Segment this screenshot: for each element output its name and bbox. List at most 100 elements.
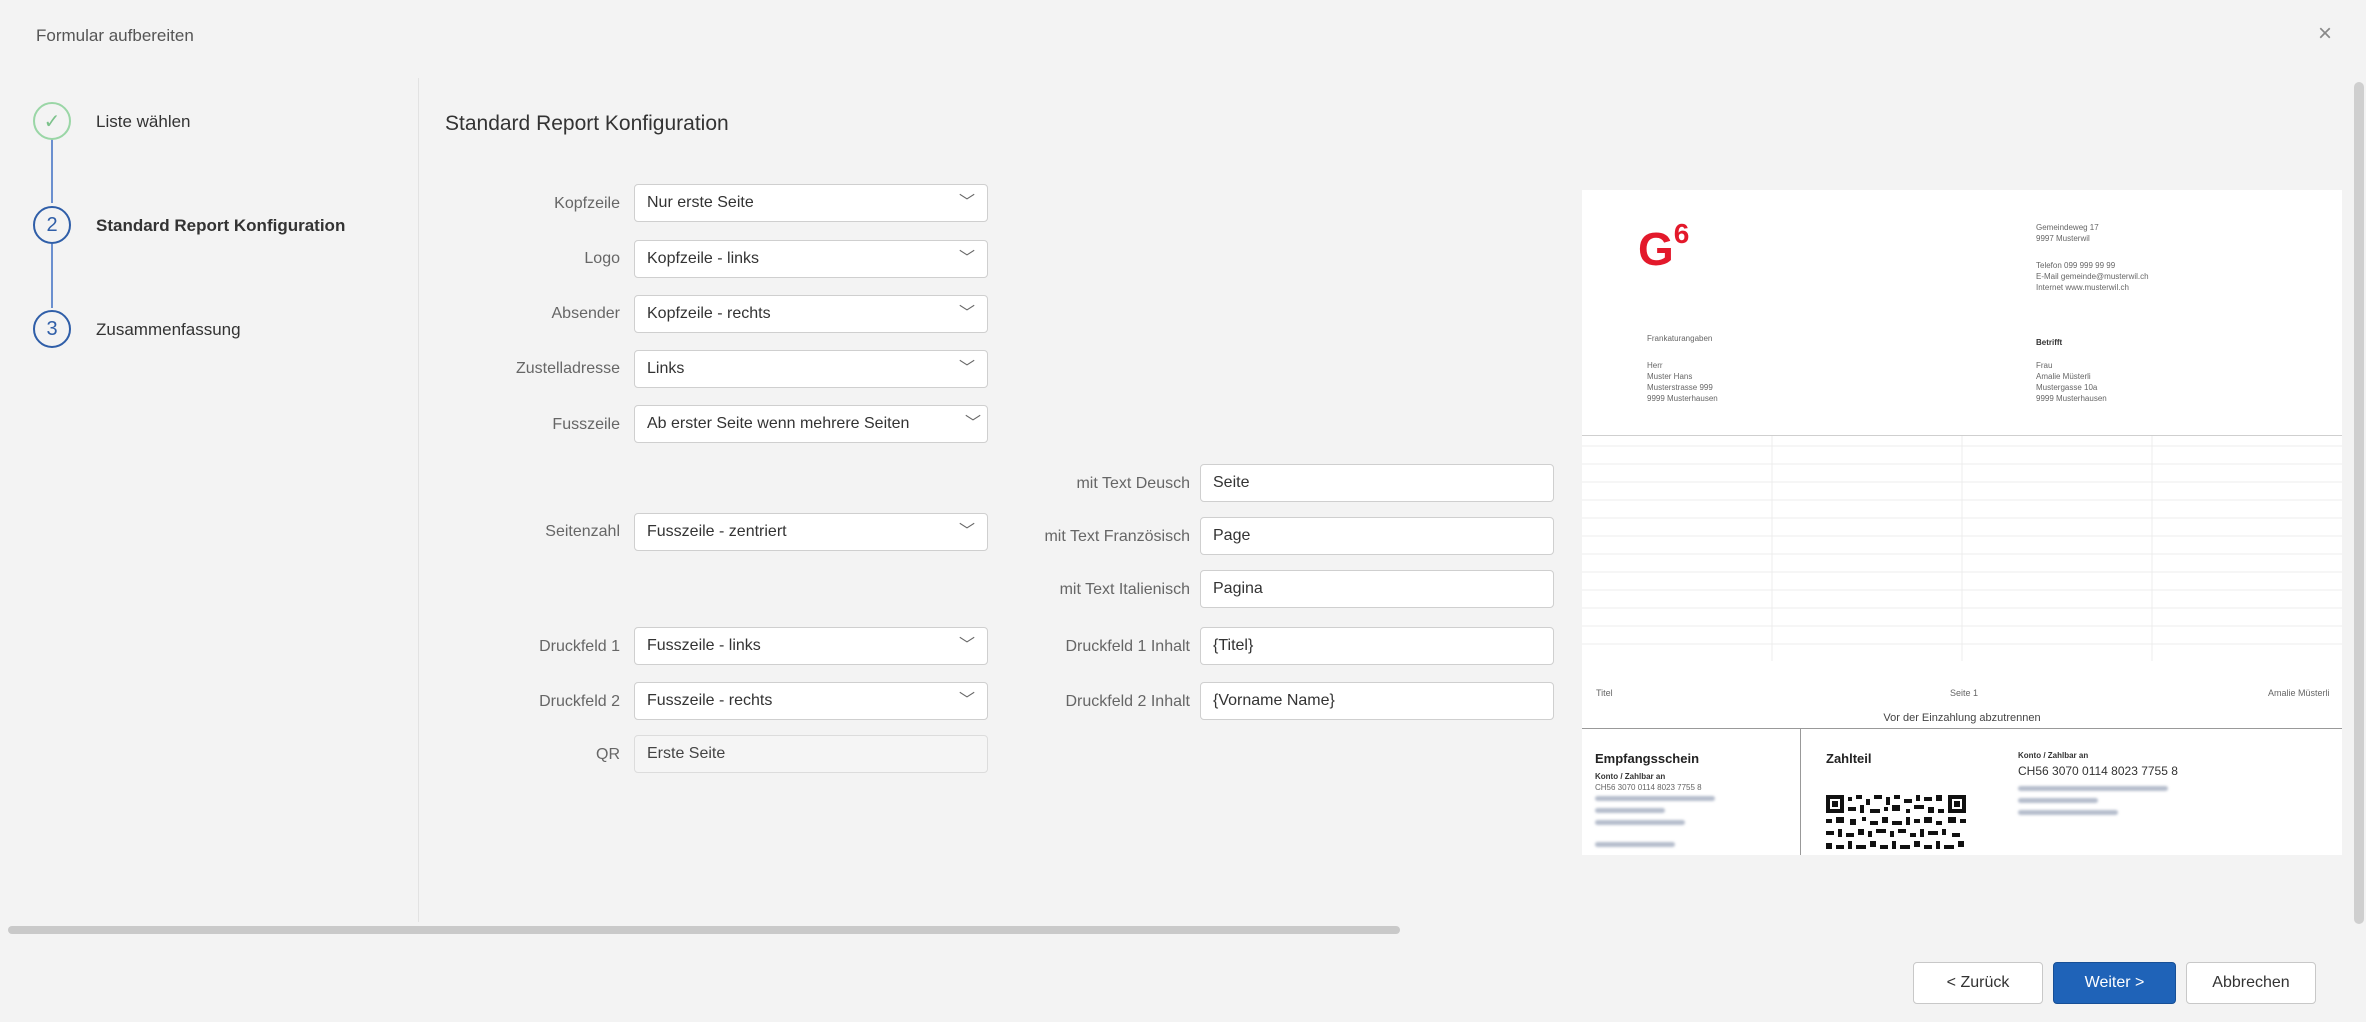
sender-line: Gemeindeweg 17 [2036,223,2099,232]
chevron-down-icon: ﹀ [958,637,975,654]
absender-value: Kopfzeile - rechts [647,305,771,322]
fusszeile-value: Ab erster Seite wenn mehrere Seiten [647,415,910,432]
vertical-scrollbar[interactable] [2354,82,2364,924]
step-3-label[interactable]: Zusammenfassung [96,320,241,340]
cut-line [1582,728,2342,729]
left-address-line: Herr [1647,361,1663,370]
preview-table-grid [1582,436,2342,661]
step-3-number[interactable]: 3 [33,310,71,348]
qr-label: QR [596,746,620,763]
chevron-down-icon: ﹀ [958,692,975,709]
receipt-iban: CH56 3070 0114 8023 7755 8 [1595,783,1702,792]
page-title: Standard Report Konfiguration [445,112,729,135]
receipt-konto-label: Konto / Zahlbar an [1595,772,1666,781]
druckfeld1-inhalt-label: Druckfeld 1 Inhalt [1065,638,1190,655]
druckfeld1-inhalt-input[interactable] [1200,627,1554,665]
druckfeld1-value: Fusszeile - links [647,637,761,654]
payment-konto-label: Konto / Zahlbar an [2018,751,2089,760]
blurred-text [1595,820,1685,825]
preview-logo: G6 [1638,218,1689,276]
blurred-text [1595,796,1715,801]
fusszeile-select[interactable]: Ab erster Seite wenn mehrere Seiten ﹀ [634,405,988,443]
absender-label: Absender [551,305,621,322]
stepper-sidebar [0,78,419,922]
seitenzahl-value: Fusszeile - zentriert [647,523,787,540]
left-address-line: Musterstrasse 999 [1647,383,1713,392]
druckfeld1-label: Druckfeld 1 [539,638,620,655]
text-it-input[interactable] [1200,570,1554,608]
left-address-line: Muster Hans [1647,372,1693,381]
absender-select[interactable]: Kopfzeile - rechts ﹀ [634,295,988,333]
payment-title: Zahlteil [1826,751,1872,766]
receipt-separator [1800,729,1801,855]
text-de-label: mit Text Deusch [1076,475,1190,492]
chevron-down-icon: ﹀ [958,250,975,267]
step-connector [51,244,53,308]
payment-iban: CH56 3070 0114 8023 7755 8 [2018,764,2178,778]
blurred-text [2018,798,2098,803]
right-address-line: Amalie Müsterli [2036,372,2091,381]
left-address-line: 9999 Musterhausen [1647,394,1718,403]
next-button[interactable]: Weiter > [2053,962,2176,1004]
logo-value: Kopfzeile - links [647,250,760,267]
right-block-title: Betrifft [2036,338,2063,347]
text-fr-label: mit Text Französisch [1044,528,1190,545]
druckfeld2-label: Druckfeld 2 [539,693,620,710]
contact-line: E-Mail gemeinde@musterwil.ch [2036,272,2149,281]
blurred-text [1595,842,1675,847]
sender-line: 9997 Musterwil [2036,234,2090,243]
text-de-input[interactable] [1200,464,1554,502]
right-address-line: Frau [2036,361,2053,370]
text-it-label: mit Text Italienisch [1059,581,1190,598]
receipt-title: Empfangsschein [1595,751,1700,766]
zustelladresse-value: Links [647,360,685,377]
step-2-label[interactable]: Standard Report Konfiguration [96,216,345,236]
logo-select[interactable]: Kopfzeile - links ﹀ [634,240,988,278]
chevron-down-icon: ﹀ [958,194,975,211]
chevron-down-icon: ﹀ [958,360,975,377]
cut-line-text: Vor der Einzahlung abzutrennen [1883,712,2041,724]
zustelladresse-label: Zustelladresse [515,360,620,377]
right-address-line: Mustergasse 10a [2036,383,2098,392]
back-button[interactable]: < Zurück [1913,962,2043,1004]
qr-code-icon [1826,795,1966,855]
qr-readonly-field: Erste Seite [634,735,988,773]
blurred-text [2018,786,2168,791]
contact-line: Telefon 099 999 99 99 [2036,261,2116,270]
close-icon[interactable]: × [2318,22,2332,46]
contact-line: Internet www.musterwil.ch [2036,283,2129,292]
chevron-down-icon: ﹀ [958,305,975,322]
druckfeld2-select[interactable]: Fusszeile - rechts ﹀ [634,682,988,720]
window-title: Formular aufbereiten [36,26,194,45]
logo-label: Logo [584,250,620,267]
step-2-number[interactable]: 2 [33,206,71,244]
seitenzahl-label: Seitenzahl [545,523,620,540]
step-connector [51,139,53,203]
logo-letter: G [1638,223,1674,275]
druckfeld2-value: Fusszeile - rechts [647,692,773,709]
preview-footer-right: Amalie Müsterli [2268,688,2330,698]
kopfzeile-select[interactable]: Nur erste Seite ﹀ [634,184,988,222]
blurred-text [2018,810,2118,815]
step-1-check-icon[interactable]: ✓ [33,102,71,140]
fusszeile-label: Fusszeile [552,416,620,433]
cancel-button[interactable]: Abbrechen [2186,962,2316,1004]
chevron-down-icon: ﹀ [958,523,975,540]
step-1-label[interactable]: Liste wählen [96,112,191,132]
text-fr-input[interactable] [1200,517,1554,555]
title-bar: Formular aufbereiten × [0,0,2366,78]
seitenzahl-select[interactable]: Fusszeile - zentriert ﹀ [634,513,988,551]
right-address-line: 9999 Musterhausen [2036,394,2107,403]
left-block-title: Frankaturangaben [1647,334,1713,343]
blurred-text [1595,808,1665,813]
zustelladresse-select[interactable]: Links ﹀ [634,350,988,388]
preview-footer-left: Titel [1596,688,1613,698]
kopfzeile-value: Nur erste Seite [647,194,754,211]
horizontal-scrollbar[interactable] [8,926,1400,934]
druckfeld1-select[interactable]: Fusszeile - links ﹀ [634,627,988,665]
druckfeld2-inhalt-input[interactable] [1200,682,1554,720]
logo-superscript: 6 [1673,217,1690,249]
chevron-down-icon: ﹀ [964,406,981,442]
druckfeld2-inhalt-label: Druckfeld 2 Inhalt [1065,693,1190,710]
preview-footer-center: Seite 1 [1950,688,1979,698]
